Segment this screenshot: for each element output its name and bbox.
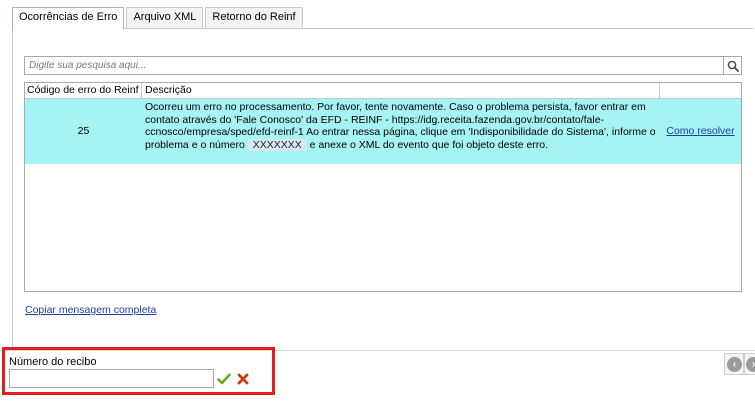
description-text-end: e anexe o XML do evento que foi objeto d…	[306, 138, 549, 151]
arrow-left-icon: ‹	[732, 359, 737, 370]
tab-ocorrencias-de-erro[interactable]: Ocorrências de Erro	[12, 7, 125, 29]
search-icon	[727, 60, 739, 72]
confirm-button[interactable]	[215, 370, 232, 387]
errors-grid: Código de erro do Reinf Descrição 25 Oco…	[24, 82, 742, 292]
recibo-label: Número do recibo	[9, 356, 97, 368]
search-button[interactable]	[723, 57, 741, 74]
column-header-descricao[interactable]: Descrição	[142, 83, 660, 99]
table-row[interactable]: 25 Ocorreu um erro no processamento. Por…	[25, 99, 741, 164]
search-input[interactable]	[25, 57, 723, 74]
tab-arquivo-xml[interactable]: Arquivo XML	[126, 7, 204, 28]
cancel-button[interactable]	[234, 370, 251, 387]
close-icon	[237, 373, 248, 384]
column-header-codigo[interactable]: Código de erro do Reinf	[25, 83, 142, 99]
column-header-action	[660, 83, 741, 99]
search-box	[24, 56, 742, 75]
error-code-cell: 25	[77, 125, 90, 138]
como-resolver-link[interactable]: Como resolver	[666, 125, 734, 138]
error-description-cell: Ocorreu um erro no processamento. Por fa…	[142, 99, 660, 164]
tab-retorno-do-reinf[interactable]: Retorno do Reinf	[205, 7, 303, 28]
recibo-input[interactable]	[9, 369, 214, 388]
action-cell: Como resolver	[660, 99, 741, 164]
prev-button[interactable]: ‹	[727, 357, 742, 372]
tab-bar: Ocorrências de Erro Arquivo XML Retorno …	[12, 7, 305, 29]
grid-header: Código de erro do Reinf Descrição	[25, 83, 741, 99]
masked-number: XXXXXXX	[247, 138, 307, 151]
next-button[interactable]: ›	[746, 357, 755, 372]
copy-message-link[interactable]: Copiar mensagem completa	[25, 304, 156, 316]
check-icon	[216, 373, 231, 384]
